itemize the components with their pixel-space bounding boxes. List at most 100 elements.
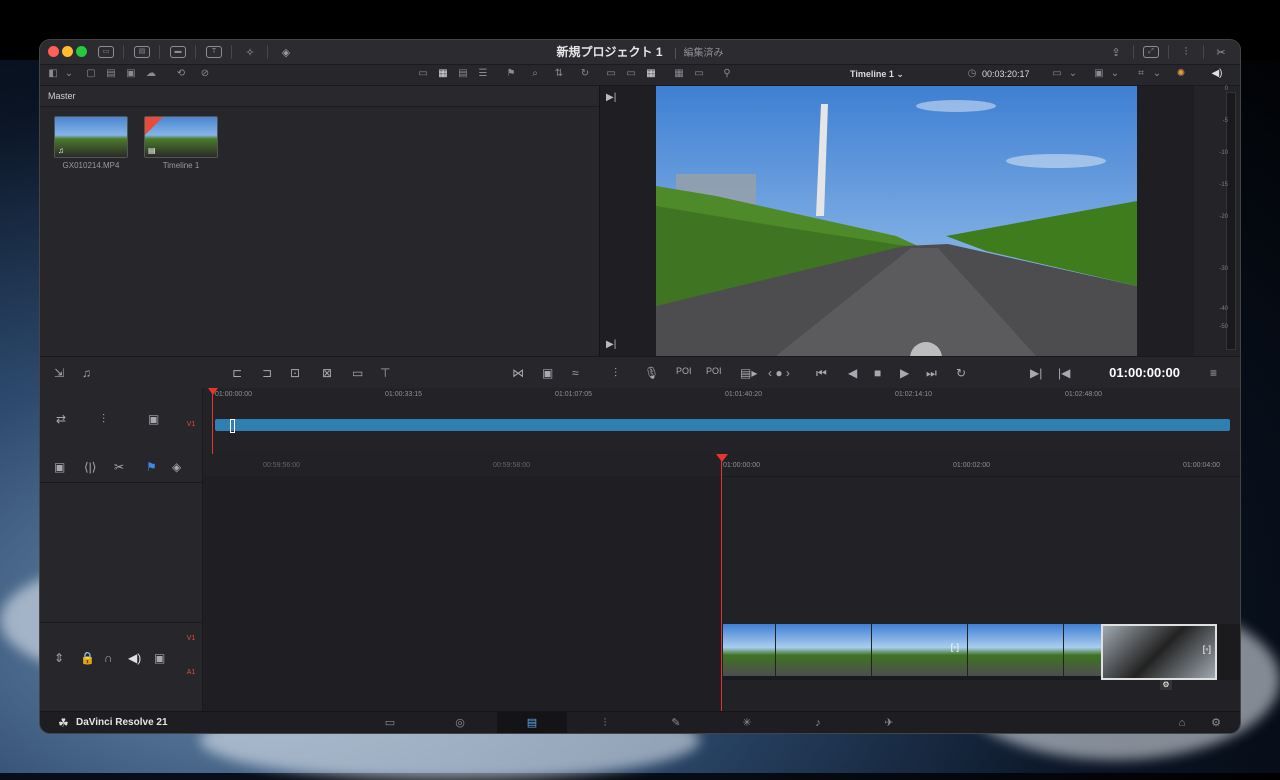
trim-icon[interactable]: ⟨|⟩ <box>84 460 96 474</box>
smart-insert-icon[interactable]: ⇲ <box>54 366 64 380</box>
thumbnail-view-icon[interactable]: ▦ <box>436 68 450 80</box>
grid-icon[interactable]: ▦ <box>672 68 686 80</box>
metadata-view-icon[interactable]: ▭ <box>416 68 430 80</box>
single-viewer-icon[interactable]: ▦ <box>644 68 658 80</box>
gear-icon[interactable]: ⚙ <box>1160 680 1172 690</box>
play-icon[interactable]: ▶ <box>900 366 909 380</box>
cut-page-icon[interactable]: ◎ <box>452 716 468 730</box>
expand-panel-icon[interactable]: ▶| <box>606 92 616 103</box>
ripple-overwrite-icon[interactable]: ⊤ <box>380 366 390 380</box>
dissolve-icon[interactable]: ≈ <box>572 366 579 380</box>
headphones-icon[interactable]: ∩ <box>104 651 113 665</box>
track-options-icon[interactable]: ▣ <box>148 412 159 426</box>
append-icon[interactable]: ▭ <box>352 366 363 380</box>
filmstrip-icon[interactable]: ▣ <box>154 651 165 665</box>
menu-icon[interactable]: ≡ <box>1210 366 1217 380</box>
insert-icon[interactable]: ⊏ <box>232 366 242 380</box>
append-audio-icon[interactable]: ♫ <box>82 366 91 380</box>
mini-clip[interactable] <box>215 419 1230 431</box>
lock-icon[interactable]: 🔒 <box>80 651 95 665</box>
mixer-icon[interactable]: ⫶ <box>1178 44 1194 60</box>
viewer-timecode[interactable]: 01:00:00:00 <box>1109 365 1180 380</box>
filmstrip-view-icon[interactable]: ▤ <box>456 68 470 80</box>
chevron-down-icon[interactable]: ⌄ <box>62 68 76 80</box>
new-bin-icon[interactable]: ▢ <box>84 68 98 80</box>
cut-icon[interactable]: ▣ <box>542 366 553 380</box>
poi-icon[interactable]: POI <box>676 366 692 376</box>
fusion-page-icon[interactable]: ⫶ <box>597 716 613 730</box>
timeline-selector[interactable]: Timeline 1 ⌄ <box>850 69 904 80</box>
ruler-label: 01:00:02:00 <box>953 462 990 469</box>
panel-layout-icon[interactable]: ◧ <box>46 68 60 80</box>
media-page-icon[interactable]: ▭ <box>382 716 398 730</box>
flag-icon[interactable]: ⚑ <box>146 460 157 474</box>
smart-bin-icon[interactable]: ▣ <box>124 68 138 80</box>
link-icon[interactable]: ⊘ <box>198 68 212 80</box>
play-reverse-icon[interactable]: ◀ <box>848 366 857 380</box>
mark-in-icon[interactable]: ▶| <box>1030 366 1042 380</box>
overlay-mode-icon[interactable]: ▣ <box>1092 68 1106 80</box>
transform-icon[interactable]: ⌗ <box>1134 68 1148 80</box>
cloud-icon[interactable]: ☁ <box>144 68 158 80</box>
mark-out-icon[interactable]: |◀ <box>1058 366 1070 380</box>
sort-icon[interactable]: ⇅ <box>552 68 566 80</box>
speaker-icon[interactable]: ◀) <box>1210 68 1224 80</box>
blade-icon[interactable]: ✂ <box>114 460 124 474</box>
playhead-marker[interactable] <box>716 454 728 462</box>
chevron-down-icon[interactable]: ⌄ <box>1066 68 1080 80</box>
import-icon[interactable]: ▤ <box>104 68 118 80</box>
sliders-icon[interactable]: ⫶ <box>614 366 617 381</box>
track-lock-icon[interactable]: ⇄ <box>56 412 66 426</box>
speaker-icon[interactable]: ◀) <box>128 651 141 665</box>
marker-icon[interactable]: ⚲ <box>720 68 734 80</box>
dual-viewer-icon[interactable]: ▭ <box>624 68 638 80</box>
list-view-icon[interactable]: ☰ <box>476 68 490 80</box>
chevron-down-icon[interactable]: ⌄ <box>1150 68 1164 80</box>
flag-icon[interactable]: ⚑ <box>504 68 518 80</box>
poi-add-icon[interactable]: POI <box>706 366 722 376</box>
deliver-page-icon[interactable]: ✈ <box>881 716 897 730</box>
collapse-panel-icon[interactable]: ▶| <box>606 339 616 350</box>
place-on-top-icon[interactable]: ⊠ <box>322 366 332 380</box>
share-icon[interactable]: ⇪ <box>1108 44 1124 60</box>
overwrite-icon[interactable]: ⊐ <box>262 366 272 380</box>
duration-timecode[interactable]: 00:03:20:17 <box>982 69 1030 79</box>
replace-icon[interactable]: ⊡ <box>290 366 300 380</box>
video-clip[interactable]: [◦] [◦] ⚙ <box>723 624 1240 690</box>
fullscreen-icon[interactable]: ⤢ <box>1143 44 1159 60</box>
zoom-fit-icon[interactable]: ▭ <box>1050 68 1064 80</box>
relink-icon[interactable]: ⟲ <box>174 68 188 80</box>
mini-playhead-marker[interactable] <box>208 388 218 395</box>
fairlight-page-icon[interactable]: ✳ <box>739 716 755 730</box>
edit-page-tab[interactable]: ▤ <box>497 712 567 733</box>
track-sync-icon[interactable]: ⫶ <box>102 412 105 427</box>
go-to-start-icon[interactable]: ⏮ <box>816 366 827 381</box>
timeline-clip[interactable]: ▤ Timeline 1 <box>144 116 218 170</box>
media-clip[interactable]: ♫ GX010214.MP4 <box>54 116 128 170</box>
selected-transition[interactable]: [◦] <box>1101 624 1217 680</box>
playhead[interactable] <box>721 454 722 711</box>
overlay-icon[interactable]: ▭ <box>692 68 706 80</box>
track-height-icon[interactable]: ⇕ <box>54 651 64 665</box>
go-to-end-icon[interactable]: ⏭ <box>926 366 937 381</box>
chevron-down-icon[interactable]: ⌄ <box>1108 68 1122 80</box>
gear-icon[interactable]: ⚙ <box>1208 716 1224 730</box>
search-icon[interactable]: ⌕ <box>528 68 542 80</box>
inspector-icon[interactable]: ✂ <box>1213 44 1229 60</box>
stop-icon[interactable]: ■ <box>874 366 881 380</box>
loop-icon[interactable]: ↻ <box>956 366 966 380</box>
transition-icon[interactable]: ⋈ <box>512 366 524 380</box>
snap-icon[interactable]: ◈ <box>172 460 181 474</box>
jog-icon[interactable]: ‹ ● › <box>768 366 790 380</box>
mini-playhead[interactable] <box>212 388 213 454</box>
sync-icon[interactable]: ↻ <box>578 68 592 80</box>
voiceover-icon[interactable]: 🎙 <box>644 366 659 380</box>
color-wheel-icon[interactable]: ✺ <box>1174 68 1188 80</box>
home-icon[interactable]: ⌂ <box>1174 716 1190 730</box>
mini-viewport-marker[interactable] <box>230 419 235 433</box>
deliver-music-icon[interactable]: ♪ <box>810 716 826 730</box>
source-viewer-icon[interactable]: ▭ <box>604 68 618 80</box>
timeline-view-icon[interactable]: ▣ <box>54 460 65 474</box>
color-page-icon[interactable]: ✎ <box>668 716 684 730</box>
play-range-icon[interactable]: ▤▸ <box>740 366 757 380</box>
